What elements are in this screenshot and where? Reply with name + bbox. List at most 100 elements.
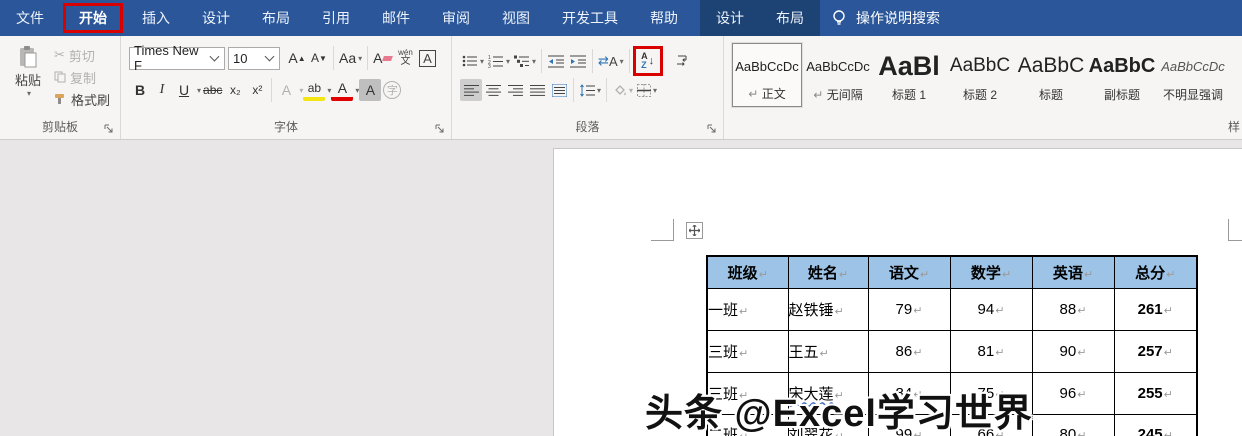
- strikethrough-button[interactable]: abc: [201, 79, 224, 101]
- table-cell[interactable]: 80↵: [1031, 413, 1115, 436]
- table-header-cell[interactable]: 姓名↵: [787, 255, 869, 289]
- asian-layout-button[interactable]: ⇄ A ▾: [596, 50, 626, 72]
- enclose-characters-button[interactable]: 字: [381, 79, 403, 101]
- superscript-button[interactable]: x²: [246, 79, 268, 101]
- style-card-标题[interactable]: AaBbC 标题: [1016, 43, 1086, 107]
- style-card-不明显强调[interactable]: AaBbCcDc 不明显强调: [1158, 43, 1228, 107]
- subscript-button[interactable]: x₂: [224, 79, 246, 101]
- align-right-icon: [507, 84, 523, 96]
- decrease-indent-icon: [548, 55, 565, 68]
- table-cell[interactable]: 81↵: [949, 329, 1033, 373]
- style-preview: AaBbC: [1017, 54, 1085, 77]
- table-cell[interactable]: 赵铁锤↵: [787, 287, 869, 331]
- grow-font-button[interactable]: A ▲: [286, 47, 308, 69]
- ribbon-tab-10[interactable]: 帮助: [634, 0, 694, 36]
- contextual-tab-1[interactable]: 布局: [760, 0, 820, 36]
- table-cell[interactable]: 94↵: [949, 287, 1033, 331]
- font-name-combobox[interactable]: Times New F: [129, 43, 225, 73]
- font-dialog-launcher[interactable]: [434, 123, 446, 135]
- table-cell[interactable]: 一班↵: [706, 287, 789, 331]
- distribute-button[interactable]: [548, 79, 570, 101]
- table-cell[interactable]: 王五↵: [787, 329, 869, 373]
- ribbon-tab-5[interactable]: 引用: [306, 0, 366, 36]
- phonetic-guide-button[interactable]: wén 文: [394, 47, 416, 69]
- ribbon-tab-6[interactable]: 邮件: [366, 0, 426, 36]
- text-highlight-button[interactable]: ab: [303, 79, 326, 101]
- increase-indent-button[interactable]: [567, 50, 589, 72]
- clipboard-dialog-launcher[interactable]: [103, 123, 115, 135]
- paragraph-dialog-launcher[interactable]: [706, 123, 718, 135]
- contextual-tab-0[interactable]: 设计: [700, 0, 760, 36]
- justify-button[interactable]: [526, 79, 548, 101]
- table-cell[interactable]: 79↵: [867, 287, 951, 331]
- ribbon-tab-8[interactable]: 视图: [486, 0, 546, 36]
- style-card-正文[interactable]: AaBbCcDc ↵ 正文: [731, 42, 803, 108]
- cut-button[interactable]: ✂ 剪切: [54, 44, 110, 66]
- table-cell[interactable]: 88↵: [1031, 287, 1115, 331]
- borders-button[interactable]: ▾: [635, 79, 659, 101]
- font-size-combobox[interactable]: 10: [228, 46, 280, 70]
- style-preview: AaBbCcDc: [735, 59, 799, 74]
- align-left-button[interactable]: [460, 79, 482, 101]
- clear-formatting-button[interactable]: A: [371, 47, 394, 69]
- format-painter-button[interactable]: 格式刷: [54, 88, 110, 110]
- bullets-button[interactable]: ▾: [460, 50, 486, 72]
- tell-me-search[interactable]: 操作说明搜索: [830, 8, 940, 28]
- table-cell[interactable]: 86↵: [867, 329, 951, 373]
- paste-dropdown-arrow[interactable]: ▾: [8, 89, 50, 98]
- change-case-button[interactable]: Aa ▾: [337, 47, 364, 69]
- numbering-button[interactable]: 123 ▾: [486, 50, 512, 72]
- show-hide-marks-button[interactable]: [671, 50, 693, 72]
- style-name: 标题 1: [891, 88, 926, 102]
- style-card-标题 1[interactable]: AaBl 标题 1: [874, 43, 944, 107]
- ribbon-tab-3[interactable]: 设计: [186, 0, 246, 36]
- align-right-button[interactable]: [504, 79, 526, 101]
- character-shading-button[interactable]: A: [359, 79, 382, 101]
- bold-button[interactable]: B: [129, 79, 151, 101]
- cut-icon: ✂: [54, 47, 65, 62]
- align-center-button[interactable]: [482, 79, 504, 101]
- eraser-icon: [382, 55, 394, 61]
- table-cell[interactable]: 90↵: [1031, 329, 1115, 373]
- table-tools-contextual-tabs: 设计 布局: [700, 0, 820, 36]
- font-color-button[interactable]: A: [331, 79, 354, 101]
- style-preview: AaBbC: [949, 55, 1011, 76]
- table-header-cell[interactable]: 总分↵: [1113, 255, 1198, 289]
- ribbon-tab-9[interactable]: 开发工具: [546, 0, 634, 36]
- style-card-副标题[interactable]: AaBbC 副标题: [1087, 43, 1157, 107]
- character-border-button[interactable]: A: [416, 47, 438, 69]
- table-move-handle[interactable]: [686, 222, 703, 239]
- table-cell[interactable]: 三班↵: [706, 329, 789, 373]
- ribbon-tab-0[interactable]: 文件: [0, 0, 60, 36]
- table-header-cell[interactable]: 语文↵: [867, 255, 951, 289]
- text-effects-button[interactable]: A: [275, 79, 297, 101]
- ribbon-tab-1[interactable]: 开始: [63, 3, 123, 33]
- table-cell[interactable]: 96↵: [1031, 371, 1115, 415]
- style-name: ↵ 无间隔: [813, 88, 863, 102]
- paste-button[interactable]: 粘贴 ▾: [6, 44, 50, 98]
- table-header-cell[interactable]: 英语↵: [1031, 255, 1115, 289]
- style-card-无间隔[interactable]: AaBbCcDc ↵ 无间隔: [803, 43, 873, 107]
- table-cell[interactable]: 257↵: [1113, 329, 1198, 373]
- style-card-标题 2[interactable]: AaBbC 标题 2: [945, 43, 1015, 107]
- multilevel-list-button[interactable]: ▾: [512, 50, 538, 72]
- table-row: 一班↵ 赵铁锤↵ 79↵ 94↵ 88↵ 261↵: [706, 287, 1198, 331]
- shrink-font-button[interactable]: A ▼: [308, 47, 330, 69]
- sort-button[interactable]: AZ ↓: [637, 50, 659, 72]
- lightbulb-icon: [833, 10, 845, 25]
- table-header-cell[interactable]: 数学↵: [949, 255, 1033, 289]
- table-cell[interactable]: 261↵: [1113, 287, 1198, 331]
- ribbon-tab-4[interactable]: 布局: [246, 0, 306, 36]
- line-spacing-button[interactable]: ▾: [577, 79, 603, 101]
- table-cell[interactable]: 255↵: [1113, 371, 1198, 415]
- ribbon-tab-7[interactable]: 审阅: [426, 0, 486, 36]
- table-header-cell[interactable]: 班级↵: [706, 255, 789, 289]
- line-spacing-icon: [580, 83, 595, 97]
- decrease-indent-button[interactable]: [545, 50, 567, 72]
- shading-button[interactable]: ▾: [610, 79, 635, 101]
- italic-button[interactable]: I: [151, 79, 173, 101]
- ribbon-tab-2[interactable]: 插入: [126, 0, 186, 36]
- table-cell[interactable]: 245↵: [1113, 413, 1198, 436]
- copy-button[interactable]: 复制: [54, 66, 110, 88]
- underline-button[interactable]: U: [173, 79, 195, 101]
